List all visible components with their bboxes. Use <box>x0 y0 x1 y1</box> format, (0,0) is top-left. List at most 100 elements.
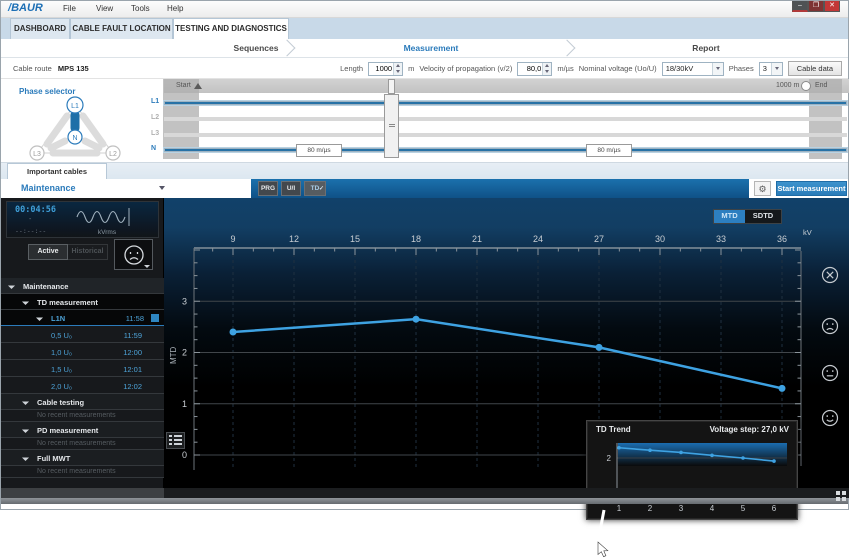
statusbar-strip <box>1 498 848 504</box>
chevron-right-icon <box>279 40 296 57</box>
kv-axis-label: kV <box>803 228 812 237</box>
tree-node-step[interactable]: 0,5 U₀ 11:59 <box>1 326 164 343</box>
grip-icon <box>389 124 395 125</box>
menu-tools[interactable]: Tools <box>131 4 150 13</box>
length-input[interactable] <box>369 63 393 75</box>
svg-text:N: N <box>72 135 77 142</box>
nominal-voltage-value: 18/30kV <box>663 64 712 73</box>
expand-icon[interactable] <box>22 298 29 305</box>
svg-text:3: 3 <box>182 296 187 306</box>
expand-icon[interactable] <box>36 314 43 321</box>
expand-icon[interactable] <box>22 426 29 433</box>
phase-l3-line[interactable] <box>164 133 847 137</box>
start-marker-icon[interactable] <box>194 83 202 89</box>
phase-l1-label: L1 <box>151 98 159 105</box>
velocity-down-button[interactable] <box>543 69 551 75</box>
start-measurement-button[interactable]: Start measurement <box>776 181 847 196</box>
step-report[interactable]: Report <box>692 43 719 53</box>
svg-text:L2: L2 <box>109 151 117 158</box>
start-label: Start <box>176 82 191 89</box>
svg-text:2: 2 <box>607 454 612 463</box>
phases-select[interactable]: 3 <box>759 62 783 76</box>
chevron-down-icon <box>712 63 723 75</box>
mode-select[interactable]: Maintenance <box>21 183 76 193</box>
connector-n-l2[interactable] <box>85 141 99 148</box>
end-marker-icon[interactable] <box>801 81 811 91</box>
voltage-step-value: Voltage step: 27,0 kV <box>710 425 789 434</box>
length-down-button[interactable] <box>394 69 402 75</box>
sdtd-tab[interactable]: SDTD <box>745 210 781 223</box>
tree-node-full-mwt[interactable]: Full MWT <box>1 450 164 466</box>
selection-indicator[interactable] <box>151 314 159 322</box>
settings-button[interactable]: ⚙ <box>754 181 771 196</box>
tree-node-td-measurement[interactable]: TD measurement <box>1 294 164 310</box>
svg-text:2: 2 <box>648 504 653 513</box>
expand-icon[interactable] <box>22 398 29 405</box>
phase-section: Phase selector L1 N L3 L2 <box>1 79 848 162</box>
tab-important-cables[interactable]: Important cables <box>7 163 107 180</box>
cable-data-button[interactable]: Cable data <box>788 61 842 76</box>
cursor-handle[interactable] <box>384 94 399 158</box>
tree-empty-row: No recent measurements <box>1 466 164 478</box>
expand-icon[interactable] <box>22 454 29 461</box>
tree-node-step[interactable]: 1,0 U₀ 12:00 <box>1 343 164 360</box>
svg-text:18: 18 <box>411 234 421 244</box>
tree-node-step[interactable]: 1,5 U₀ 12:01 <box>1 360 164 377</box>
gear-icon: ⚙ <box>758 184 766 194</box>
measurement-toolbar: Maintenance PRG U/I TD✓ ⚙ Start measurem… <box>1 179 848 198</box>
tree-node-l1n[interactable]: L1N 11:58 <box>1 310 164 326</box>
phase-selector-panel: Phase selector L1 N L3 L2 <box>1 79 149 162</box>
minimize-button[interactable]: – <box>792 1 808 12</box>
tab-cable-fault-location[interactable]: CABLE FAULT LOCATION <box>70 18 173 39</box>
connector-n-l3[interactable] <box>51 141 65 148</box>
svg-text:L3: L3 <box>33 151 41 158</box>
prg-button[interactable]: PRG <box>258 181 278 196</box>
assessment-dropdown[interactable] <box>114 239 153 270</box>
close-button[interactable]: ✕ <box>824 1 840 12</box>
cursor-handle-top[interactable] <box>388 79 395 94</box>
phase-n-line[interactable] <box>164 148 847 152</box>
condition-neutral-icon <box>821 364 839 382</box>
expand-icon[interactable] <box>8 282 15 289</box>
menu-help[interactable]: Help <box>167 4 183 13</box>
statusbar-left <box>1 488 164 498</box>
tab-testing-and-diagnostics[interactable]: TESTING AND DIAGNOSTICS <box>173 18 289 39</box>
cable-route-bar: Cable route MPS 135 Length m Velocity of… <box>1 58 848 79</box>
menu-file[interactable]: File <box>63 4 76 13</box>
phase-l3-label: L3 <box>151 130 159 137</box>
phase-n-label: N <box>151 145 156 152</box>
mtd-tab[interactable]: MTD <box>714 210 745 223</box>
svg-text:12: 12 <box>289 234 299 244</box>
phase-l1-line[interactable] <box>164 101 847 105</box>
phase-selector-diagram[interactable]: L1 N L3 L2 <box>1 95 149 161</box>
velocity-input[interactable] <box>518 63 542 75</box>
ui-button[interactable]: U/I <box>281 181 301 196</box>
length-label: Length <box>340 64 363 73</box>
resize-grip-icon[interactable] <box>836 491 847 502</box>
tree-node-cable-testing[interactable]: Cable testing <box>1 394 164 410</box>
table-view-button[interactable] <box>166 432 185 449</box>
cable-visualization: Start 1000 m End L1 L2 L3 N 80 m/µs 80 m… <box>149 79 849 162</box>
phase-l2-label: L2 <box>151 114 159 121</box>
sad-face-icon <box>123 244 145 266</box>
tab-dashboard[interactable]: DASHBOARD <box>10 18 70 39</box>
historical-toggle[interactable]: Historical <box>68 244 108 260</box>
menu-view[interactable]: View <box>96 4 113 13</box>
length-stepper <box>368 62 403 76</box>
step-sequences[interactable]: Sequences <box>234 43 279 53</box>
td-button[interactable]: TD✓ <box>304 181 326 196</box>
tree-node-pd-measurement[interactable]: PD measurement <box>1 422 164 438</box>
tree-node-step[interactable]: 2,0 U₀ 12:02 <box>1 377 164 394</box>
main-tabbar: DASHBOARD CABLE FAULT LOCATION TESTING A… <box>1 18 848 39</box>
cable-route-label: Cable route <box>13 64 52 73</box>
svg-text:MTD: MTD <box>169 346 178 364</box>
active-toggle[interactable]: Active <box>28 244 68 260</box>
maximize-button[interactable]: ❐ <box>808 1 824 12</box>
voltage-unit-label: kVrms <box>75 229 139 236</box>
nominal-voltage-select[interactable]: 18/30kV <box>662 62 724 76</box>
wizard-breadcrumb: Sequences Measurement Report <box>1 39 848 58</box>
step-measurement[interactable]: Measurement <box>404 43 459 53</box>
tree-node-maintenance[interactable]: Maintenance <box>1 278 164 294</box>
phase-l2-line[interactable] <box>164 117 847 121</box>
svg-text:36: 36 <box>777 234 787 244</box>
